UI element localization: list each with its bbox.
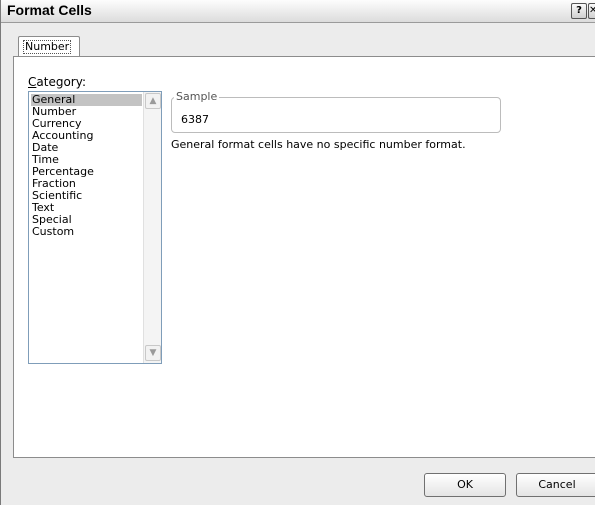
scroll-up-button[interactable]: ▲ bbox=[145, 93, 161, 109]
chevron-up-icon: ▲ bbox=[149, 96, 157, 106]
ok-button[interactable]: OK bbox=[424, 473, 506, 497]
title-bar[interactable]: Format Cells ? ✕ bbox=[1, 0, 595, 23]
scroll-down-button[interactable]: ▼ bbox=[145, 345, 161, 361]
sample-group bbox=[171, 97, 501, 133]
tab-number[interactable]: Number bbox=[18, 36, 80, 57]
format-cells-dialog: Format Cells ? ✕ Number Category: Genera… bbox=[0, 0, 595, 505]
close-button[interactable]: ✕ bbox=[588, 3, 595, 19]
chevron-down-icon: ▼ bbox=[149, 348, 157, 358]
category-label: Category: bbox=[28, 75, 86, 89]
help-button[interactable]: ? bbox=[571, 3, 587, 19]
dialog-title: Format Cells bbox=[7, 2, 92, 18]
category-item-custom[interactable]: Custom bbox=[31, 226, 142, 238]
category-listbox[interactable]: General Number Currency Accounting Date … bbox=[28, 91, 162, 364]
tab-label: Number bbox=[23, 40, 72, 54]
sample-value: 6387 bbox=[181, 113, 209, 126]
format-description: General format cells have no specific nu… bbox=[171, 138, 466, 151]
sample-legend: Sample bbox=[174, 90, 220, 103]
cancel-button[interactable]: Cancel bbox=[516, 473, 595, 497]
category-scrollbar[interactable]: ▲ ▼ bbox=[143, 92, 161, 363]
category-label-rest: ategory: bbox=[36, 75, 86, 89]
